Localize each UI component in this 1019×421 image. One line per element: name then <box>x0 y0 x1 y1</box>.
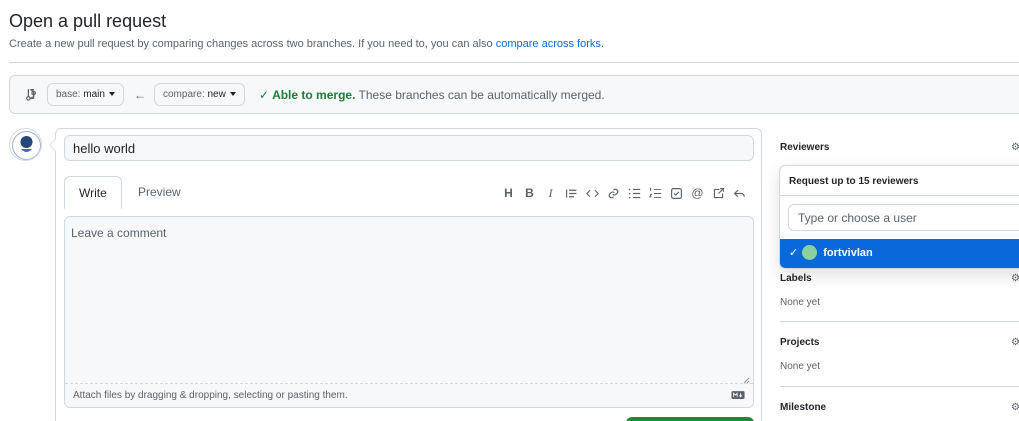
merge-status: ✓ Able to merge. These branches can be au… <box>259 88 605 102</box>
quote-icon[interactable] <box>561 185 582 201</box>
reviewers-section[interactable]: Reviewers ⚙ <box>780 142 1019 153</box>
create-pull-request-button[interactable] <box>626 417 754 421</box>
gear-icon[interactable]: ⚙ <box>1011 402 1019 413</box>
link-icon[interactable] <box>603 185 624 201</box>
projects-section[interactable]: Projects None yet ⚙ <box>780 337 1019 372</box>
sidebar-divider <box>780 321 1019 322</box>
header-divider <box>9 62 1019 63</box>
merge-status-bold: Able to merge. <box>272 88 356 102</box>
unordered-list-icon[interactable] <box>624 185 645 201</box>
branch-compare-bar: base: main ← compare: new ✓ Able to merge… <box>9 75 1019 114</box>
reviewer-option-selected[interactable]: ✓ fortvivlan <box>780 239 1019 268</box>
page-title: Open a pull request <box>9 11 167 31</box>
comment-placeholder: Leave a comment <box>71 226 167 240</box>
file-attach-bar[interactable]: Attach files by dragging & dropping, sel… <box>65 383 753 407</box>
sidebar-divider <box>780 386 1019 387</box>
gear-icon[interactable]: ⚙ <box>1011 142 1019 153</box>
compare-across-forks-link[interactable]: compare across forks. <box>496 38 604 50</box>
labels-heading: Labels <box>780 273 812 284</box>
check-icon: ✓ <box>789 247 799 259</box>
pr-title-input[interactable] <box>64 135 754 161</box>
reviewer-search-input[interactable] <box>788 204 1019 231</box>
attach-files-text: Attach files by dragging & dropping, sel… <box>73 390 348 401</box>
reviewer-name: fortvivlan <box>823 247 873 259</box>
git-compare-icon <box>26 89 36 101</box>
user-avatar[interactable] <box>9 128 42 161</box>
editor-pointer-inner <box>50 139 56 151</box>
mention-icon[interactable]: @ <box>687 185 708 201</box>
base-branch-name: main <box>83 89 105 100</box>
base-branch-prefix: base: <box>56 89 81 100</box>
task-list-icon[interactable] <box>666 185 687 201</box>
comment-textarea[interactable]: Leave a comment Attach files by dragging… <box>64 216 754 408</box>
editor-tabs: Write Preview H B I @ <box>64 176 754 209</box>
reviewer-avatar <box>802 244 818 260</box>
milestone-heading: Milestone <box>780 402 827 413</box>
caret-down-icon <box>229 92 236 97</box>
tab-preview[interactable]: Preview <box>124 176 195 209</box>
gear-icon[interactable]: ⚙ <box>1011 337 1019 348</box>
heading-icon[interactable]: H <box>498 185 519 201</box>
reviewers-popup: Request up to 15 reviewers ✓ fortvivlan <box>779 165 1019 269</box>
cross-reference-icon[interactable] <box>708 185 729 201</box>
merge-status-text: These branches can be automatically merg… <box>358 88 605 102</box>
markdown-toolbar: H B I @ <box>498 185 750 201</box>
popup-title: Request up to 15 reviewers <box>780 166 1019 196</box>
ordered-list-icon[interactable] <box>645 185 666 201</box>
check-icon: ✓ <box>259 88 270 102</box>
tab-write[interactable]: Write <box>64 176 122 209</box>
page-subtitle: Create a new pull request by comparing c… <box>9 38 604 50</box>
reviewers-heading: Reviewers <box>780 142 830 153</box>
compare-branch-selector[interactable]: compare: new <box>154 83 245 106</box>
labels-value: None yet <box>780 297 821 308</box>
code-icon[interactable] <box>582 185 603 201</box>
projects-value: None yet <box>780 361 821 372</box>
subtitle-text: Create a new pull request by comparing c… <box>9 38 493 50</box>
italic-icon[interactable]: I <box>540 185 561 201</box>
gear-icon[interactable]: ⚙ <box>1011 273 1019 284</box>
labels-section[interactable]: Labels None yet ⚙ <box>780 273 1019 308</box>
compare-branch-name: new <box>207 89 226 100</box>
projects-heading: Projects <box>780 337 820 348</box>
milestone-section[interactable]: Milestone ⚙ <box>780 402 1019 413</box>
bold-icon[interactable]: B <box>519 185 540 201</box>
base-branch-selector[interactable]: base: main <box>47 83 124 106</box>
reply-icon[interactable] <box>729 185 750 201</box>
caret-down-icon <box>108 92 115 97</box>
markdown-icon <box>731 391 745 399</box>
avatar-logo-icon <box>12 131 41 160</box>
compare-branch-prefix: compare: <box>163 89 205 100</box>
arrow-left-icon: ← <box>134 88 146 102</box>
